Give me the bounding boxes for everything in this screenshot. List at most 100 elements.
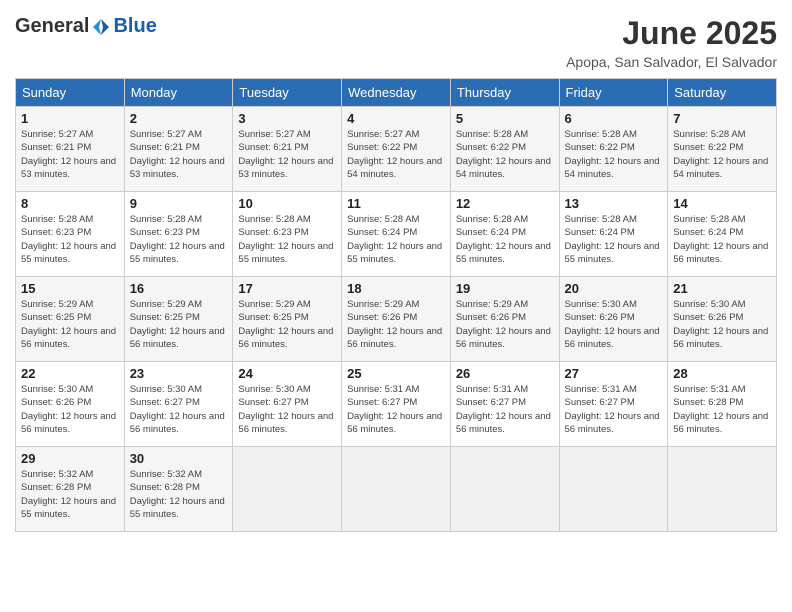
day-number: 10 xyxy=(238,196,336,211)
header-saturday: Saturday xyxy=(668,79,777,107)
table-row: 4 Sunrise: 5:27 AM Sunset: 6:22 PM Dayli… xyxy=(342,107,451,192)
day-info: Sunrise: 5:27 AM Sunset: 6:22 PM Dayligh… xyxy=(347,128,445,181)
table-row: 29 Sunrise: 5:32 AM Sunset: 6:28 PM Dayl… xyxy=(16,447,125,532)
day-number: 11 xyxy=(347,196,445,211)
table-row: 30 Sunrise: 5:32 AM Sunset: 6:28 PM Dayl… xyxy=(124,447,233,532)
table-row: 20 Sunrise: 5:30 AM Sunset: 6:26 PM Dayl… xyxy=(559,277,668,362)
table-row: 24 Sunrise: 5:30 AM Sunset: 6:27 PM Dayl… xyxy=(233,362,342,447)
day-number: 1 xyxy=(21,111,119,126)
day-number: 4 xyxy=(347,111,445,126)
day-number: 15 xyxy=(21,281,119,296)
logo-general-text: General xyxy=(15,15,89,38)
table-row xyxy=(233,447,342,532)
table-row: 2 Sunrise: 5:27 AM Sunset: 6:21 PM Dayli… xyxy=(124,107,233,192)
day-number: 18 xyxy=(347,281,445,296)
table-row xyxy=(342,447,451,532)
day-number: 29 xyxy=(21,451,119,466)
day-number: 2 xyxy=(130,111,228,126)
header-monday: Monday xyxy=(124,79,233,107)
day-number: 6 xyxy=(565,111,663,126)
location: Apopa, San Salvador, El Salvador xyxy=(566,54,777,70)
day-info: Sunrise: 5:28 AM Sunset: 6:24 PM Dayligh… xyxy=(456,213,554,266)
table-row xyxy=(450,447,559,532)
day-number: 13 xyxy=(565,196,663,211)
day-number: 28 xyxy=(673,366,771,381)
table-row: 8 Sunrise: 5:28 AM Sunset: 6:23 PM Dayli… xyxy=(16,192,125,277)
day-number: 9 xyxy=(130,196,228,211)
day-info: Sunrise: 5:29 AM Sunset: 6:25 PM Dayligh… xyxy=(130,298,228,351)
calendar-week-row: 15 Sunrise: 5:29 AM Sunset: 6:25 PM Dayl… xyxy=(16,277,777,362)
table-row: 14 Sunrise: 5:28 AM Sunset: 6:24 PM Dayl… xyxy=(668,192,777,277)
day-info: Sunrise: 5:31 AM Sunset: 6:27 PM Dayligh… xyxy=(456,383,554,436)
day-info: Sunrise: 5:32 AM Sunset: 6:28 PM Dayligh… xyxy=(130,468,228,521)
table-row: 19 Sunrise: 5:29 AM Sunset: 6:26 PM Dayl… xyxy=(450,277,559,362)
day-info: Sunrise: 5:28 AM Sunset: 6:23 PM Dayligh… xyxy=(238,213,336,266)
table-row: 21 Sunrise: 5:30 AM Sunset: 6:26 PM Dayl… xyxy=(668,277,777,362)
day-info: Sunrise: 5:28 AM Sunset: 6:22 PM Dayligh… xyxy=(673,128,771,181)
day-info: Sunrise: 5:29 AM Sunset: 6:26 PM Dayligh… xyxy=(456,298,554,351)
table-row: 7 Sunrise: 5:28 AM Sunset: 6:22 PM Dayli… xyxy=(668,107,777,192)
day-number: 14 xyxy=(673,196,771,211)
day-info: Sunrise: 5:32 AM Sunset: 6:28 PM Dayligh… xyxy=(21,468,119,521)
day-info: Sunrise: 5:27 AM Sunset: 6:21 PM Dayligh… xyxy=(238,128,336,181)
month-year: June 2025 xyxy=(566,15,777,52)
day-number: 3 xyxy=(238,111,336,126)
day-info: Sunrise: 5:30 AM Sunset: 6:27 PM Dayligh… xyxy=(238,383,336,436)
table-row xyxy=(668,447,777,532)
table-row: 11 Sunrise: 5:28 AM Sunset: 6:24 PM Dayl… xyxy=(342,192,451,277)
calendar-week-row: 8 Sunrise: 5:28 AM Sunset: 6:23 PM Dayli… xyxy=(16,192,777,277)
day-info: Sunrise: 5:28 AM Sunset: 6:23 PM Dayligh… xyxy=(130,213,228,266)
calendar-table: Sunday Monday Tuesday Wednesday Thursday… xyxy=(15,78,777,532)
day-number: 8 xyxy=(21,196,119,211)
day-info: Sunrise: 5:28 AM Sunset: 6:22 PM Dayligh… xyxy=(565,128,663,181)
day-info: Sunrise: 5:30 AM Sunset: 6:27 PM Dayligh… xyxy=(130,383,228,436)
day-number: 24 xyxy=(238,366,336,381)
logo-blue-text: Blue xyxy=(113,15,156,38)
day-number: 26 xyxy=(456,366,554,381)
header: General Blue June 2025 Apopa, San Salvad… xyxy=(15,15,777,70)
table-row: 27 Sunrise: 5:31 AM Sunset: 6:27 PM Dayl… xyxy=(559,362,668,447)
table-row: 18 Sunrise: 5:29 AM Sunset: 6:26 PM Dayl… xyxy=(342,277,451,362)
day-info: Sunrise: 5:31 AM Sunset: 6:27 PM Dayligh… xyxy=(347,383,445,436)
day-number: 16 xyxy=(130,281,228,296)
header-tuesday: Tuesday xyxy=(233,79,342,107)
day-info: Sunrise: 5:30 AM Sunset: 6:26 PM Dayligh… xyxy=(21,383,119,436)
day-number: 25 xyxy=(347,366,445,381)
day-info: Sunrise: 5:28 AM Sunset: 6:23 PM Dayligh… xyxy=(21,213,119,266)
header-thursday: Thursday xyxy=(450,79,559,107)
table-row: 25 Sunrise: 5:31 AM Sunset: 6:27 PM Dayl… xyxy=(342,362,451,447)
day-info: Sunrise: 5:27 AM Sunset: 6:21 PM Dayligh… xyxy=(21,128,119,181)
calendar-week-row: 22 Sunrise: 5:30 AM Sunset: 6:26 PM Dayl… xyxy=(16,362,777,447)
day-info: Sunrise: 5:29 AM Sunset: 6:25 PM Dayligh… xyxy=(21,298,119,351)
day-info: Sunrise: 5:27 AM Sunset: 6:21 PM Dayligh… xyxy=(130,128,228,181)
table-row: 13 Sunrise: 5:28 AM Sunset: 6:24 PM Dayl… xyxy=(559,192,668,277)
calendar-header-row: Sunday Monday Tuesday Wednesday Thursday… xyxy=(16,79,777,107)
day-info: Sunrise: 5:30 AM Sunset: 6:26 PM Dayligh… xyxy=(673,298,771,351)
table-row: 12 Sunrise: 5:28 AM Sunset: 6:24 PM Dayl… xyxy=(450,192,559,277)
day-info: Sunrise: 5:30 AM Sunset: 6:26 PM Dayligh… xyxy=(565,298,663,351)
day-number: 21 xyxy=(673,281,771,296)
day-number: 22 xyxy=(21,366,119,381)
day-number: 12 xyxy=(456,196,554,211)
table-row: 1 Sunrise: 5:27 AM Sunset: 6:21 PM Dayli… xyxy=(16,107,125,192)
logo: General Blue xyxy=(15,15,157,38)
logo-icon xyxy=(91,17,111,37)
calendar-week-row: 1 Sunrise: 5:27 AM Sunset: 6:21 PM Dayli… xyxy=(16,107,777,192)
header-friday: Friday xyxy=(559,79,668,107)
table-row: 3 Sunrise: 5:27 AM Sunset: 6:21 PM Dayli… xyxy=(233,107,342,192)
header-sunday: Sunday xyxy=(16,79,125,107)
day-number: 20 xyxy=(565,281,663,296)
day-number: 5 xyxy=(456,111,554,126)
title-area: June 2025 Apopa, San Salvador, El Salvad… xyxy=(566,15,777,70)
table-row: 17 Sunrise: 5:29 AM Sunset: 6:25 PM Dayl… xyxy=(233,277,342,362)
day-number: 30 xyxy=(130,451,228,466)
day-number: 27 xyxy=(565,366,663,381)
day-number: 23 xyxy=(130,366,228,381)
day-info: Sunrise: 5:28 AM Sunset: 6:24 PM Dayligh… xyxy=(673,213,771,266)
table-row: 15 Sunrise: 5:29 AM Sunset: 6:25 PM Dayl… xyxy=(16,277,125,362)
day-info: Sunrise: 5:28 AM Sunset: 6:22 PM Dayligh… xyxy=(456,128,554,181)
day-number: 7 xyxy=(673,111,771,126)
table-row: 10 Sunrise: 5:28 AM Sunset: 6:23 PM Dayl… xyxy=(233,192,342,277)
table-row xyxy=(559,447,668,532)
table-row: 26 Sunrise: 5:31 AM Sunset: 6:27 PM Dayl… xyxy=(450,362,559,447)
